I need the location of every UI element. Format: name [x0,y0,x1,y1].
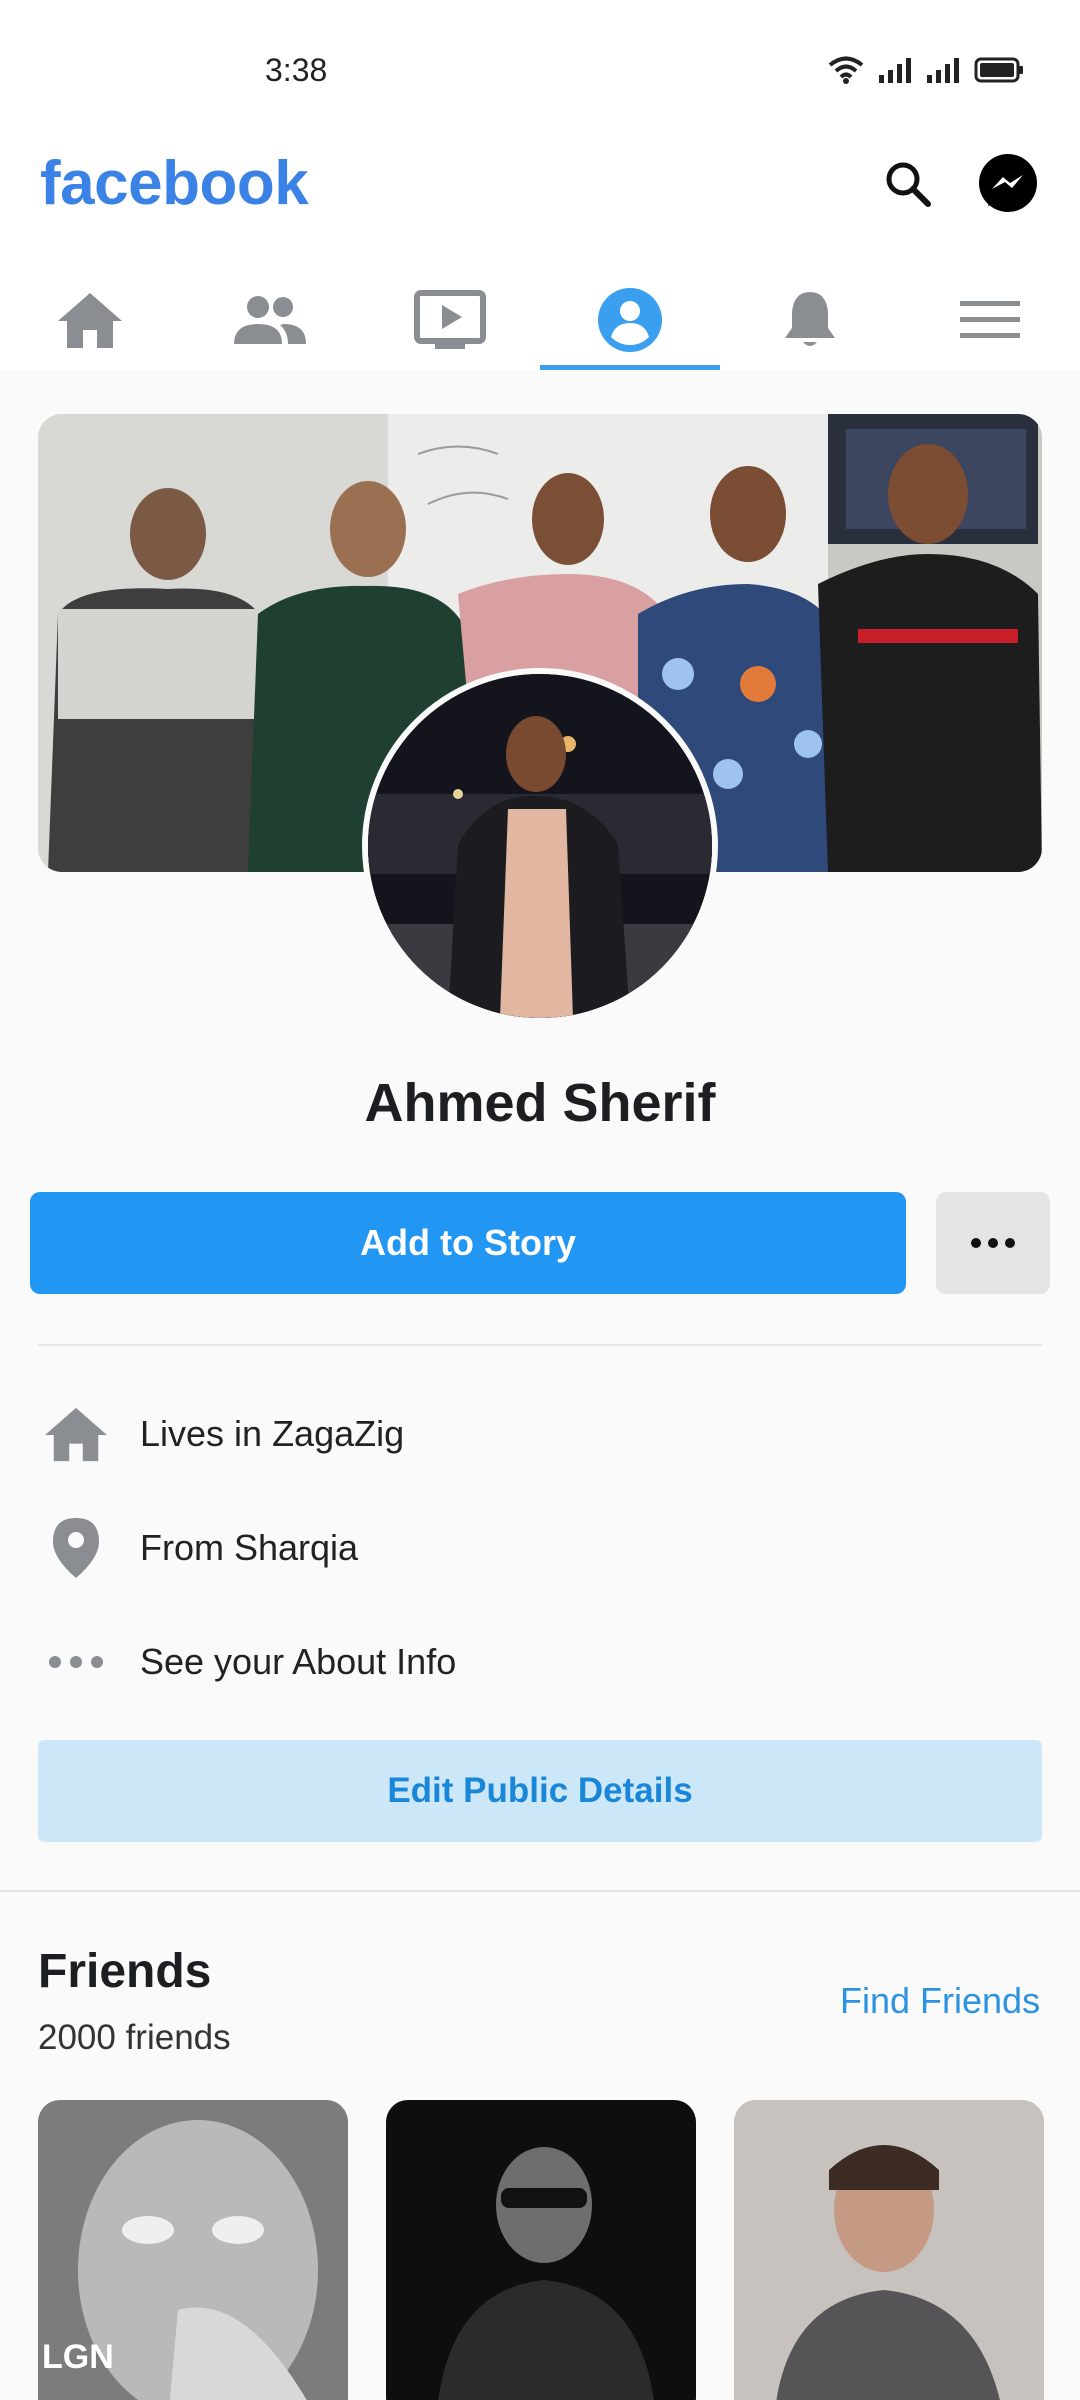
status-time: 3:38 [265,52,328,88]
about-item-label: From Sharqia [140,1527,359,1568]
status-bar: 3:38 [0,0,1080,140]
messenger-button[interactable] [972,148,1044,220]
more-options-button[interactable] [936,1192,1050,1294]
friends-title: Friends [38,1945,212,1998]
signal-icon [879,58,911,83]
friend-photo [386,2100,696,2400]
app-header: facebook [0,140,1080,370]
menu-icon [960,301,1020,338]
messenger-icon [979,154,1037,212]
tab-home[interactable] [0,270,180,370]
home-icon [38,1396,114,1472]
friends-icon [234,296,306,344]
status-icons [828,56,1024,84]
wifi-icon [828,56,864,84]
friend-tile[interactable] [386,2100,696,2400]
profile-icon [598,288,662,352]
search-icon [886,162,931,207]
battery-icon [974,57,1023,83]
search-button[interactable] [872,148,944,220]
more-horizontal-icon [971,1238,1015,1248]
tab-notifications[interactable] [720,270,900,370]
about-item-label: Lives in ZagaZig [140,1413,405,1454]
facebook-logo[interactable]: facebook [40,148,309,219]
nav-bar [0,270,1080,370]
home-icon [58,293,122,348]
section-divider [0,1890,1080,1892]
friend-photo: LGN [38,2100,348,2400]
about-item-from[interactable]: From Sharqia [38,1508,938,1588]
divider [38,1344,1042,1346]
friend-tile[interactable] [734,2100,1044,2400]
friends-count: 2000 friends [38,2018,231,2057]
more-dots-icon [38,1624,114,1700]
profile-name: Ahmed Sherif [364,1073,716,1133]
profile-picture-image [368,674,712,1018]
edit-public-details-button[interactable]: Edit Public Details [38,1740,1042,1842]
location-pin-icon [38,1510,114,1586]
tab-profile[interactable] [540,270,720,370]
find-friends-link[interactable]: Find Friends [840,1980,1040,2022]
friend-photo-caption: LGN [42,2338,114,2376]
tab-friends[interactable] [180,270,360,370]
bell-icon [785,292,835,346]
tab-menu[interactable] [900,270,1080,370]
friend-photo [734,2100,1044,2400]
profile-picture[interactable] [362,668,718,1024]
tab-watch[interactable] [360,270,540,370]
about-item-see-about[interactable]: See your About Info [38,1622,938,1702]
add-to-story-button[interactable]: Add to Story [30,1192,906,1294]
about-item-lives-in[interactable]: Lives in ZagaZig [38,1394,938,1474]
about-item-label: See your About Info [140,1641,457,1682]
signal-icon-2 [927,58,959,83]
watch-icon [414,290,486,349]
friend-tile[interactable]: LGN [38,2100,348,2400]
